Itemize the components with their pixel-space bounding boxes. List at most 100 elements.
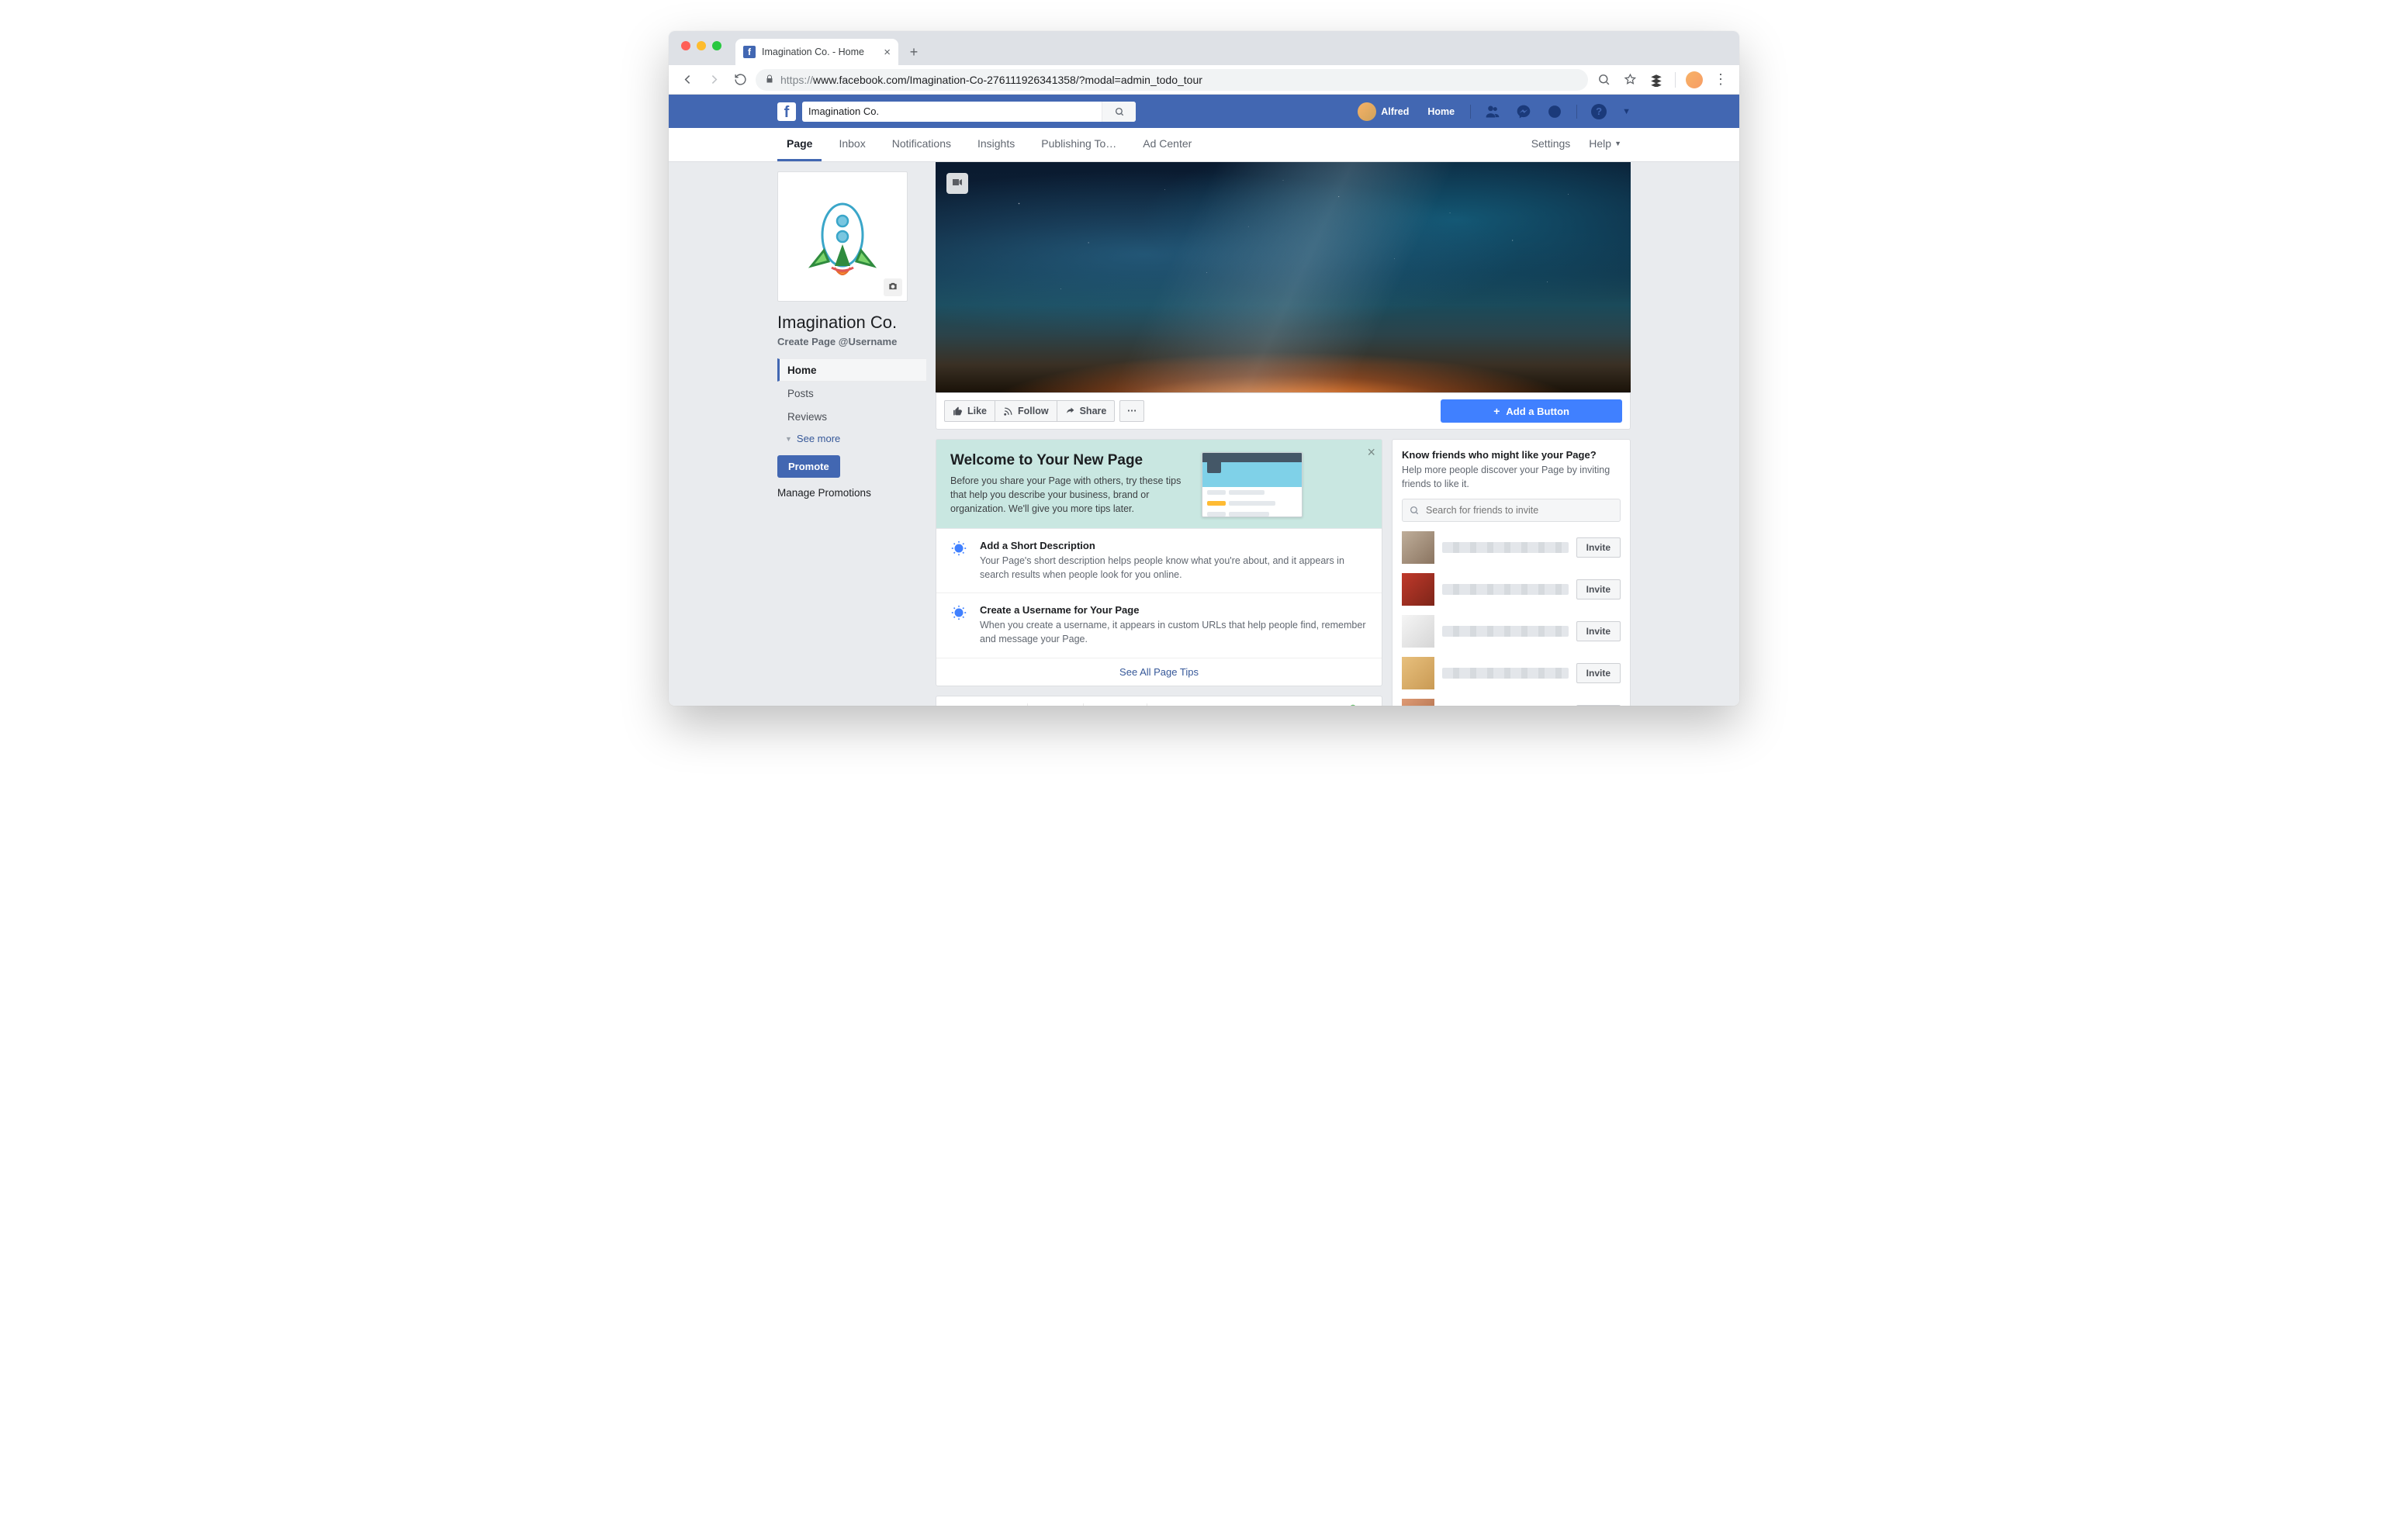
- sidenav-posts[interactable]: Posts: [777, 382, 926, 405]
- friend-name-redacted: [1442, 542, 1569, 553]
- new-tab-button[interactable]: +: [903, 41, 925, 63]
- side-nav: Home Posts Reviews ▼ See more: [777, 358, 926, 449]
- invite-button[interactable]: Invite: [1576, 537, 1621, 558]
- friend-search-input[interactable]: [1426, 505, 1614, 516]
- right-column: Know friends who might like your Page? H…: [1392, 439, 1631, 706]
- tip-short-description[interactable]: Add a Short Description Your Page's shor…: [936, 529, 1382, 593]
- facebook-logo[interactable]: f: [777, 102, 796, 121]
- tip-title: Create a Username for Your Page: [980, 604, 1368, 616]
- camera-icon[interactable]: [884, 278, 902, 296]
- address-bar[interactable]: https://www.facebook.com/Imagination-Co-…: [756, 69, 1588, 91]
- messenger-icon[interactable]: [1514, 104, 1533, 119]
- offer-button[interactable]: Offer: [1157, 706, 1197, 707]
- promote-button[interactable]: Promote: [777, 455, 840, 478]
- nav-forward-button[interactable]: [703, 69, 725, 91]
- window-controls: [676, 31, 726, 65]
- invite-title: Know friends who might like your Page?: [1402, 449, 1621, 461]
- invite-button[interactable]: Invite: [1576, 705, 1621, 706]
- invite-button[interactable]: Invite: [1576, 621, 1621, 641]
- tip-body: Your Page's short description helps peop…: [980, 554, 1368, 582]
- cover-photo[interactable]: [936, 162, 1631, 393]
- tab-close-icon[interactable]: ×: [884, 46, 891, 59]
- friend-avatar: [1402, 615, 1434, 648]
- invite-button[interactable]: Invite: [1576, 579, 1621, 599]
- sidenav-home[interactable]: Home: [777, 358, 926, 382]
- left-column: Imagination Co. Create Page @Username Ho…: [777, 162, 926, 706]
- account-dropdown-caret-icon[interactable]: ▼: [1622, 107, 1631, 116]
- sidenav-reviews[interactable]: Reviews: [777, 405, 926, 428]
- fb-search-box[interactable]: [802, 102, 1136, 122]
- notifications-icon[interactable]: [1545, 104, 1564, 119]
- manage-promotions-link[interactable]: Manage Promotions: [777, 487, 926, 499]
- lightbulb-icon: [950, 540, 969, 582]
- welcome-title: Welcome to Your New Page: [950, 452, 1191, 469]
- subnav-tab-publishing[interactable]: Publishing To…: [1032, 128, 1126, 161]
- browser-tab[interactable]: f Imagination Co. - Home ×: [735, 39, 898, 65]
- like-button[interactable]: Like: [944, 400, 995, 422]
- window-zoom[interactable]: [712, 41, 721, 50]
- search-icon: [1409, 505, 1420, 516]
- friend-avatar: [1402, 573, 1434, 606]
- help-icon[interactable]: ?: [1590, 104, 1608, 119]
- create-username-link[interactable]: Create Page @Username: [777, 336, 926, 347]
- friend-row: Invite: [1402, 657, 1621, 689]
- friend-avatar: [1402, 699, 1434, 706]
- subnav-tab-page[interactable]: Page: [777, 128, 822, 161]
- buffer-extension-icon[interactable]: [1645, 69, 1667, 91]
- invite-button[interactable]: Invite: [1576, 663, 1621, 683]
- live-video-button[interactable]: Live: [1037, 706, 1074, 707]
- friend-name-redacted: [1442, 668, 1569, 679]
- header-home-link[interactable]: Home: [1421, 106, 1461, 117]
- bookmark-star-icon[interactable]: [1619, 69, 1641, 91]
- header-profile-link[interactable]: Alfred: [1351, 102, 1415, 121]
- page-body: Imagination Co. Create Page @Username Ho…: [669, 162, 1739, 706]
- create-post-button[interactable]: Create Post: [946, 706, 1018, 707]
- friend-requests-icon[interactable]: [1483, 104, 1502, 119]
- friend-avatar: [1402, 657, 1434, 689]
- subnav-tab-notifications[interactable]: Notifications: [883, 128, 960, 161]
- see-all-tips-link[interactable]: See All Page Tips: [936, 658, 1382, 686]
- toolbar-separator: [1675, 72, 1676, 88]
- rocket-illustration: [796, 190, 889, 283]
- share-button[interactable]: Share: [1057, 400, 1116, 422]
- header-divider: [1470, 105, 1471, 119]
- subnav-tab-insights[interactable]: Insights: [968, 128, 1024, 161]
- main-feed: × Welcome to Your New Page Before you sh…: [936, 439, 1382, 706]
- window-minimize[interactable]: [697, 41, 706, 50]
- action-bar: Like Follow Share ··· Add a Button: [936, 393, 1631, 430]
- friend-avatar: [1402, 531, 1434, 564]
- url-scheme: https://www.facebook.com/Imagination-Co-…: [780, 74, 1202, 86]
- profile-avatar-button[interactable]: [1683, 69, 1705, 91]
- zoom-icon[interactable]: [1593, 69, 1614, 91]
- close-icon[interactable]: ×: [1367, 444, 1375, 461]
- event-button[interactable]: Event: [1093, 706, 1137, 707]
- subnav-settings[interactable]: Settings: [1522, 128, 1580, 161]
- sidenav-see-more[interactable]: ▼ See more: [777, 428, 926, 449]
- invite-subtitle: Help more people discover your Page by i…: [1402, 464, 1621, 491]
- follow-button[interactable]: Follow: [995, 400, 1057, 422]
- welcome-card: × Welcome to Your New Page Before you sh…: [936, 439, 1382, 686]
- fb-search-input[interactable]: [802, 105, 1102, 117]
- tip-username[interactable]: Create a Username for Your Page When you…: [936, 593, 1382, 658]
- nav-reload-button[interactable]: [729, 69, 751, 91]
- browser-window: f Imagination Co. - Home × + https://www…: [669, 31, 1739, 706]
- friend-search-box[interactable]: [1402, 499, 1621, 522]
- tab-title: Imagination Co. - Home: [762, 47, 877, 57]
- add-a-button[interactable]: Add a Button: [1441, 399, 1622, 423]
- lock-icon: [765, 74, 774, 86]
- more-actions-button[interactable]: ···: [1119, 400, 1144, 422]
- welcome-body: Before you share your Page with others, …: [950, 474, 1191, 516]
- search-button[interactable]: [1102, 102, 1136, 122]
- friend-row: Invite: [1402, 699, 1621, 706]
- subnav-help[interactable]: Help▼: [1579, 128, 1631, 161]
- nav-back-button[interactable]: [676, 69, 698, 91]
- window-close[interactable]: [681, 41, 690, 50]
- browser-menu-button[interactable]: ⋮: [1710, 69, 1732, 91]
- profile-picture[interactable]: [777, 171, 908, 302]
- subnav-tab-adcenter[interactable]: Ad Center: [1133, 128, 1201, 161]
- video-camera-icon[interactable]: [946, 173, 968, 194]
- page-title: Imagination Co.: [777, 313, 926, 333]
- header-avatar: [1358, 102, 1376, 121]
- subnav-tab-inbox[interactable]: Inbox: [829, 128, 874, 161]
- boost-icon[interactable]: ▼: [1346, 703, 1372, 707]
